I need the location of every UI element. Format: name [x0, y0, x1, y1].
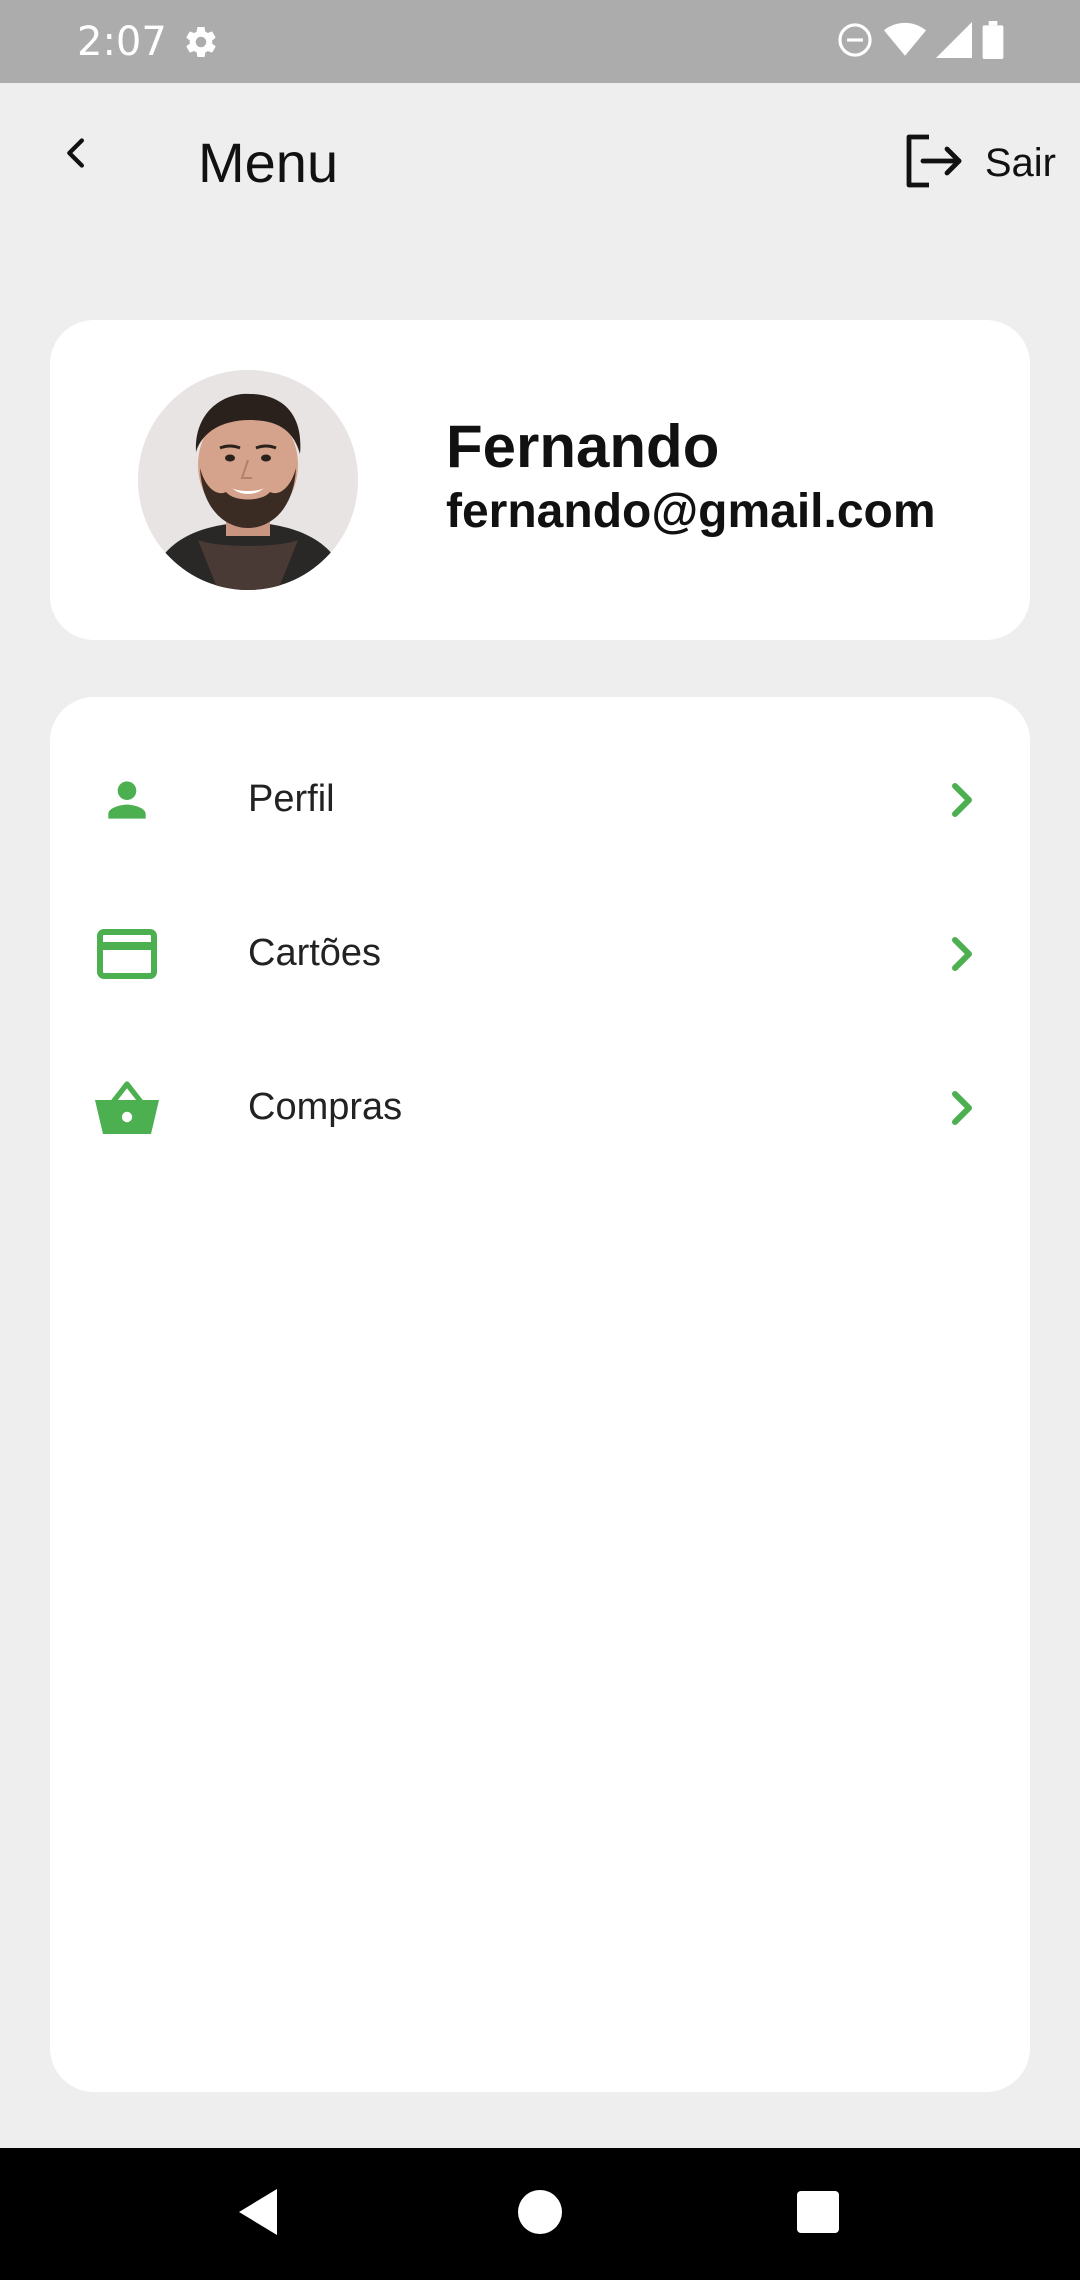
navigation-bar: [0, 2148, 1080, 2280]
back-arrow-icon: [56, 133, 96, 178]
logout-button[interactable]: Sair: [903, 127, 1056, 199]
circle-home-icon: [518, 2189, 562, 2239]
triangle-back-icon: [235, 2187, 281, 2242]
menu-item-perfil[interactable]: Perfil: [50, 723, 1030, 877]
signal-icon: [936, 21, 972, 63]
credit-card-icon: [92, 919, 162, 989]
menu-item-cartoes[interactable]: Cartões: [50, 877, 1030, 1031]
shopping-basket-icon: [92, 1073, 162, 1143]
menu-item-label: Compras: [248, 1086, 403, 1128]
nav-home-button[interactable]: [510, 2184, 570, 2244]
avatar: [138, 370, 358, 590]
menu-item-label: Cartões: [248, 932, 382, 974]
back-button[interactable]: [46, 125, 106, 185]
square-recents-icon: [797, 2190, 839, 2238]
status-icons: [836, 20, 1004, 64]
wifi-icon: [884, 21, 926, 64]
profile-email: fernando@gmail.com: [446, 485, 936, 538]
person-icon: [92, 765, 162, 835]
chevron-right-icon: [938, 929, 988, 979]
status-bar: 2:07: [0, 0, 1080, 83]
battery-icon: [982, 20, 1004, 64]
menu-card: Perfil Cartões Compras: [50, 697, 1030, 2092]
settings-icon: [183, 24, 219, 60]
status-time: 2:07: [77, 19, 167, 65]
profile-card: Fernando fernando@gmail.com: [50, 320, 1030, 640]
menu-item-compras[interactable]: Compras: [50, 1031, 1030, 1185]
nav-back-button[interactable]: [228, 2184, 288, 2244]
chevron-right-icon: [938, 775, 988, 825]
app-bar: Menu Sair: [0, 83, 1080, 243]
page-title: Menu: [198, 131, 339, 194]
nav-recents-button[interactable]: [788, 2184, 848, 2244]
menu-item-label: Perfil: [248, 778, 335, 820]
logout-label: Sair: [984, 140, 1056, 185]
logout-icon: [903, 133, 963, 194]
chevron-right-icon: [938, 1083, 988, 1133]
do-not-disturb-icon: [836, 21, 874, 64]
profile-name: Fernando: [446, 413, 720, 480]
